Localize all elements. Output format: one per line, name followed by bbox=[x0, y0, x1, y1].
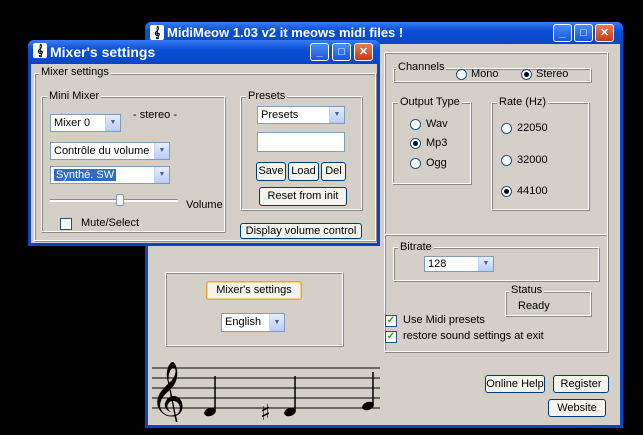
rate-32000-label: 32000 bbox=[517, 154, 548, 166]
wav-label: Wav bbox=[426, 118, 448, 130]
close-icon[interactable]: ✕ bbox=[354, 43, 373, 61]
use-midi-presets-checkbox[interactable]: ✓ bbox=[385, 315, 397, 327]
chevron-down-icon[interactable]: ▼ bbox=[269, 314, 284, 331]
status-label: Status bbox=[509, 284, 545, 296]
mp3-radio[interactable] bbox=[410, 138, 421, 149]
status-value: Ready bbox=[518, 300, 550, 312]
mixer-title: Mixer's settings bbox=[50, 44, 156, 60]
ogg-radio[interactable] bbox=[410, 158, 421, 169]
language-value: English bbox=[225, 316, 262, 328]
mixer-window: 𝄞 Mixer's settings _ □ ✕ Mixer settings … bbox=[28, 40, 380, 246]
presets-select[interactable]: Presets ▼ bbox=[257, 106, 345, 124]
load-button[interactable]: Load bbox=[288, 162, 319, 181]
display-volume-control-button[interactable]: Display volume control bbox=[240, 223, 362, 239]
save-button[interactable]: Save bbox=[256, 162, 286, 181]
output-type-label: Output Type bbox=[398, 96, 462, 108]
bitrate-label: Bitrate bbox=[398, 241, 434, 253]
rate-22050-radio[interactable] bbox=[501, 123, 512, 134]
chevron-down-icon[interactable]: ▼ bbox=[105, 115, 120, 131]
stereo-label: Stereo bbox=[536, 68, 569, 80]
minimize-icon[interactable]: _ bbox=[553, 24, 572, 42]
volume-track bbox=[50, 199, 178, 202]
chevron-down-icon[interactable]: ▼ bbox=[478, 257, 493, 271]
restore-settings-checkbox[interactable]: ✓ bbox=[385, 331, 397, 343]
close-icon[interactable]: ✕ bbox=[595, 24, 614, 42]
stereo-radio[interactable] bbox=[521, 69, 532, 80]
language-select[interactable]: English ▼ bbox=[221, 313, 285, 332]
chevron-down-icon[interactable]: ▼ bbox=[329, 107, 344, 123]
control-select-value: Contrôle du volume bbox=[54, 145, 150, 157]
presets-select-value: Presets bbox=[261, 109, 299, 121]
presets-label: Presets bbox=[246, 90, 288, 102]
mixer-settings-group-label: Mixer settings bbox=[39, 66, 111, 78]
rate-32000-radio[interactable] bbox=[501, 155, 512, 166]
use-midi-presets-label: Use Midi presets bbox=[403, 314, 485, 326]
ogg-label: Ogg bbox=[426, 157, 447, 169]
chevron-down-icon[interactable]: ▼ bbox=[154, 143, 169, 159]
bitrate-select[interactable]: 128 ▼ bbox=[424, 256, 494, 272]
website-button[interactable]: Website bbox=[548, 399, 606, 417]
maximize-icon[interactable]: □ bbox=[574, 24, 593, 42]
chevron-down-icon[interactable]: ▼ bbox=[154, 167, 169, 183]
stereo-mode-label: - stereo - bbox=[133, 109, 178, 121]
preset-name-input[interactable] bbox=[257, 132, 345, 152]
register-button[interactable]: Register bbox=[553, 375, 609, 393]
minimize-icon[interactable]: _ bbox=[310, 43, 329, 61]
sharp-icon: ♯ bbox=[260, 401, 271, 422]
mute-checkbox[interactable] bbox=[60, 218, 72, 230]
mini-mixer-label: Mini Mixer bbox=[47, 90, 102, 102]
control-select[interactable]: Contrôle du volume ▼ bbox=[50, 142, 170, 160]
mixer-select-value: Mixer 0 bbox=[54, 117, 91, 129]
maximize-icon[interactable]: □ bbox=[332, 43, 351, 61]
rate-44100-radio[interactable] bbox=[501, 186, 512, 197]
treble-clef-icon: 𝄞 bbox=[150, 361, 185, 422]
treble-clef-icon: 𝄞 bbox=[33, 43, 47, 58]
del-button[interactable]: Del bbox=[321, 162, 346, 181]
mixer-select[interactable]: Mixer 0 ▼ bbox=[50, 114, 121, 132]
bitrate-value: 128 bbox=[428, 258, 447, 270]
device-select[interactable]: Synthé. SW ▼ bbox=[50, 166, 170, 184]
rate-label: Rate (Hz) bbox=[497, 96, 549, 108]
device-select-value: Synthé. SW bbox=[54, 169, 117, 181]
rate-22050-label: 22050 bbox=[517, 122, 548, 134]
reset-from-init-button[interactable]: Reset from init bbox=[259, 187, 347, 206]
main-title: MidiMeow 1.03 v2 it meows midi files ! bbox=[167, 25, 404, 40]
rate-44100-label: 44100 bbox=[517, 185, 548, 197]
music-staff: 𝄞 ♯ bbox=[150, 361, 380, 422]
mono-radio[interactable] bbox=[456, 69, 467, 80]
mute-label: Mute/Select bbox=[81, 217, 140, 229]
mp3-label: Mp3 bbox=[426, 137, 448, 149]
volume-label: Volume bbox=[186, 199, 223, 211]
mixer-settings-button[interactable]: Mixer's settings bbox=[206, 281, 302, 300]
channels-label: Channels bbox=[396, 61, 447, 73]
online-help-button[interactable]: Online Help bbox=[485, 375, 545, 393]
volume-thumb[interactable] bbox=[116, 194, 124, 206]
mixer-titlebar[interactable]: 𝄞 Mixer's settings _ □ ✕ bbox=[28, 40, 380, 64]
restore-settings-label: restore sound settings at exit bbox=[403, 330, 544, 342]
mono-label: Mono bbox=[471, 68, 499, 80]
volume-slider[interactable] bbox=[50, 194, 178, 208]
wav-radio[interactable] bbox=[410, 119, 421, 130]
treble-clef-icon: 𝄞 bbox=[150, 25, 164, 40]
